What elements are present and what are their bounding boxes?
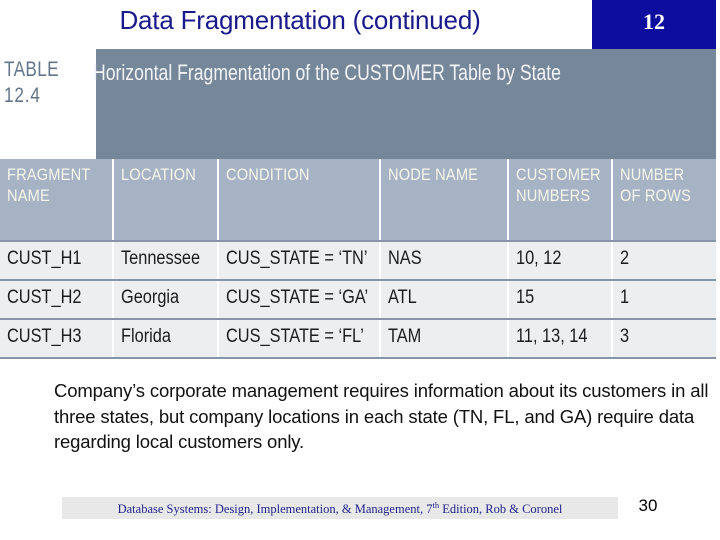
chapter-badge: 12 [592,0,716,49]
cell-customer-numbers: 11, 13, 14 [508,319,613,359]
fragmentation-table: FRAGMENT NAME LOCATION CONDITION NODE NA… [0,159,716,359]
cell-node-name: TAM [380,319,509,359]
cell-fragment-name: CUST_H1 [0,241,114,281]
table-label: TABLE [4,58,59,81]
table-caption: Horizontal Fragmentation of the CUSTOMER… [93,60,561,85]
column-header-node-name: NODE NAME [380,159,509,242]
cell-condition: CUS_STATE = ‘TN’ [218,241,381,281]
page-title: Data Fragmentation (continued) [119,5,481,35]
cell-number-of-rows: 3 [612,319,716,359]
footer-citation: Database Systems: Design, Implementation… [62,500,618,517]
table-row: CUST_H1 Tennessee CUS_STATE = ‘TN’ NAS 1… [0,241,716,281]
cell-condition: CUS_STATE = ‘GA’ [218,280,381,320]
column-header-number-of-rows: NUMBER OF ROWS [612,159,716,242]
cell-condition: CUS_STATE = ‘FL’ [218,319,381,359]
table-row: CUST_H3 Florida CUS_STATE = ‘FL’ TAM 11,… [0,319,716,359]
table-row: CUST_H2 Georgia CUS_STATE = ‘GA’ ATL 15 … [0,280,716,320]
column-header-condition: CONDITION [218,159,381,242]
cell-number-of-rows: 2 [612,241,716,281]
table-header-row: FRAGMENT NAME LOCATION CONDITION NODE NA… [0,159,716,242]
column-header-location: LOCATION [113,159,219,242]
cell-number-of-rows: 1 [612,280,716,320]
table-figure: TABLE 12.4 Horizontal Fragmentation of t… [0,49,716,375]
body-paragraph: Company’s corporate management requires … [54,380,709,452]
table-label-block: TABLE 12.4 [4,57,79,109]
slide-number: 30 [638,496,658,515]
cell-fragment-name: CUST_H2 [0,280,114,320]
cell-location: Georgia [113,280,219,320]
cell-node-name: NAS [380,241,509,281]
cell-fragment-name: CUST_H3 [0,319,114,359]
cell-node-name: ATL [380,280,509,320]
cell-location: Florida [113,319,219,359]
table-number: 12.4 [4,84,41,107]
cell-location: Tennessee [113,241,219,281]
column-header-fragment-name: FRAGMENT NAME [0,159,114,242]
footer-bar: Database Systems: Design, Implementation… [62,497,618,519]
table-banner: TABLE 12.4 Horizontal Fragmentation of t… [0,49,716,159]
footer-citation-after: Edition, Rob & Coronel [439,502,563,517]
chapter-number: 12 [643,9,665,34]
column-header-customer-numbers: CUSTOMER NUMBERS [508,159,613,242]
footer-citation-before: Database Systems: Design, Implementation… [117,502,433,517]
cell-customer-numbers: 15 [508,280,613,320]
cell-customer-numbers: 10, 12 [508,241,613,281]
